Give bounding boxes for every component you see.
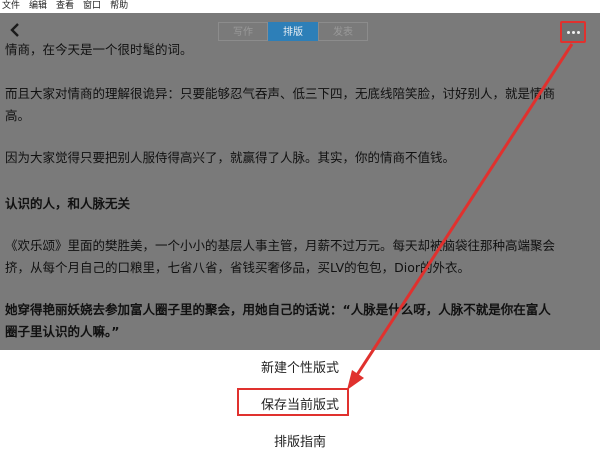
editor-overlay: 写作 排版 发表 情商，在今天是一个很时髦的词。 而且大家对情商的理解很诡异：只… [0, 13, 600, 350]
paragraph: 高。 [5, 108, 31, 123]
chevron-left-icon[interactable] [8, 21, 22, 39]
paragraph: 而且大家对情商的理解很诡异：只要能够忍气吞声、低三下四，无底线陪笑脸，讨好别人，… [5, 86, 556, 101]
paragraph: 情商，在今天是一个很时髦的词。 [5, 42, 193, 57]
bottom-sheet: 新建个性版式 保存当前版式 排版指南 [0, 350, 600, 453]
save-current-style-option[interactable]: 保存当前版式 [0, 394, 600, 413]
new-custom-style-option[interactable]: 新建个性版式 [0, 357, 600, 376]
more-icon-dot [571, 30, 575, 34]
menu-help[interactable]: 帮助 [110, 0, 128, 13]
menu-view[interactable]: 查看 [56, 0, 74, 13]
paragraph-bold: 她穿得艳丽妖娆去参加富人圈子里的聚会，用她自己的话说：“人脉是什么呀，人脉不就是… [5, 302, 551, 317]
menu-bar: 文件 编辑 查看 窗口 帮助 [0, 0, 600, 13]
section-heading: 认识的人，和人脉无关 [5, 196, 131, 211]
menu-edit[interactable]: 编辑 [29, 0, 47, 13]
more-icon [566, 30, 570, 34]
paragraph: 《欢乐颂》里面的樊胜美，一个小小的基层人事主管，月薪不过万元。每天却被脑袋往那种… [5, 238, 556, 253]
more-icon-dot [576, 30, 580, 34]
paragraph-bold: 圈子里认识的人嘛。” [5, 324, 120, 339]
menu-file[interactable]: 文件 [2, 0, 20, 13]
menu-window[interactable]: 窗口 [83, 0, 101, 13]
layout-guide-option[interactable]: 排版指南 [0, 431, 600, 450]
paragraph: 因为大家觉得只要把别人服侍得高兴了，就赢得了人脉。其实，你的情商不值钱。 [5, 150, 456, 165]
paragraph: 挤，从每个月自己的口粮里，七省八省，省钱买奢侈品，买LV的包包，Dior的外衣。 [5, 260, 471, 275]
